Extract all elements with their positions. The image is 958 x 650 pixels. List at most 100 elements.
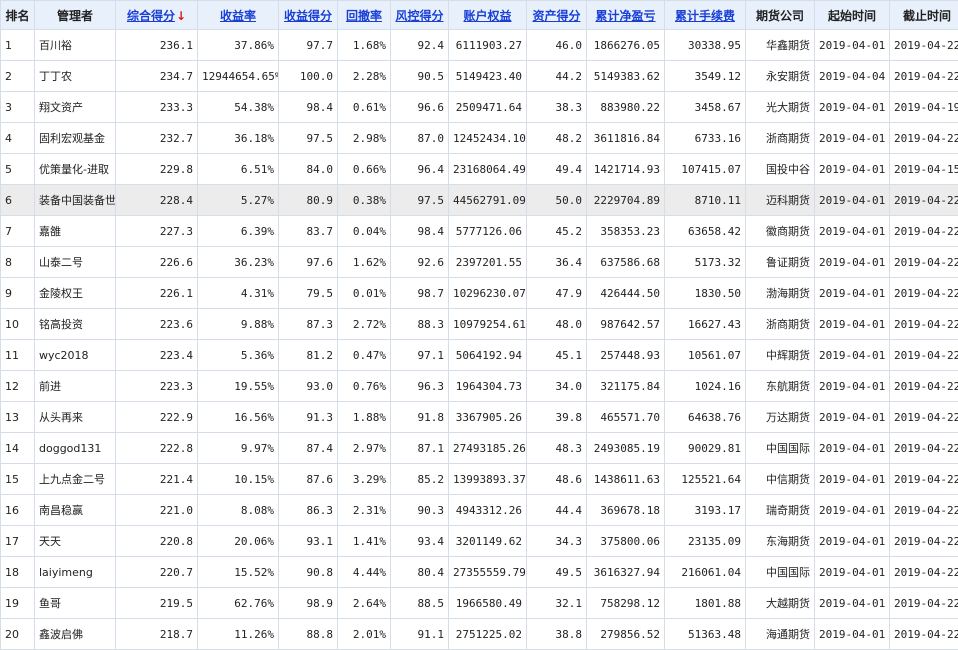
risk-score-cell: 92.6 xyxy=(390,246,449,278)
asset-score-cell: 36.4 xyxy=(526,246,587,278)
table-row[interactable]: 10 铭高投资 223.6 9.88% 87.3 2.72% 88.3 10979254.61… xyxy=(0,308,958,340)
net-profit-cell: 426444.50 xyxy=(586,277,665,309)
rank-cell: 9 xyxy=(0,277,35,309)
drawdown-cell: 2.97% xyxy=(337,432,391,464)
sort-asset-score[interactable]: 资产得分 xyxy=(526,0,587,30)
table-row[interactable]: 7 嘉雒 227.3 6.39% 83.7 0.04% 98.4 5777126.06 45.2… xyxy=(0,215,958,247)
asset-score-cell: 44.2 xyxy=(526,60,587,92)
table-row[interactable]: 14 doggod131 222.8 9.97% 87.4 2.97% 87.1 274931… xyxy=(0,432,958,464)
table-row[interactable]: 5 优策量化-进取 229.8 6.51% 84.0 0.66% 96.4 23168064.… xyxy=(0,153,958,185)
sort-equity[interactable]: 账户权益 xyxy=(448,0,527,30)
sort-fees[interactable]: 累计手续费 xyxy=(664,0,746,30)
total-score-cell: 223.4 xyxy=(115,339,198,371)
net-profit-cell: 358353.23 xyxy=(586,215,665,247)
return-rate-cell: 19.55% xyxy=(197,370,279,402)
total-score-cell: 232.7 xyxy=(115,122,198,154)
manager-cell: 从头再来 xyxy=(34,401,116,433)
table-row[interactable]: 1 百川裕 236.1 37.86% 97.7 1.68% 92.4 6111903.27 46… xyxy=(0,29,958,61)
table-row[interactable]: 8 山泰二号 226.6 36.23% 97.6 1.62% 92.6 2397201.55 3… xyxy=(0,246,958,278)
return-rate-cell: 16.56% xyxy=(197,401,279,433)
return-score-cell: 88.8 xyxy=(278,618,338,650)
broker-cell: 国投中谷 xyxy=(745,153,815,185)
rank-cell: 20 xyxy=(0,618,35,650)
sort-drawdown[interactable]: 回撤率 xyxy=(337,0,391,30)
manager-cell: 固利宏观基金 xyxy=(34,122,116,154)
equity-cell: 44562791.09 xyxy=(448,184,527,216)
table-row[interactable]: 12 前进 223.3 19.55% 93.0 0.76% 96.3 1964304.73 34… xyxy=(0,370,958,402)
risk-score-cell: 97.5 xyxy=(390,184,449,216)
return-score-cell: 93.1 xyxy=(278,525,338,557)
start-date-cell: 2019-04-01 xyxy=(814,463,890,495)
table-row[interactable]: 3 翔文资产 233.3 54.38% 98.4 0.61% 96.6 2509471.64 3… xyxy=(0,91,958,123)
broker-cell: 光大期货 xyxy=(745,91,815,123)
total-score-cell: 222.9 xyxy=(115,401,198,433)
fees-cell: 6733.16 xyxy=(664,122,746,154)
total-score-cell: 219.5 xyxy=(115,587,198,619)
rank-cell: 11 xyxy=(0,339,35,371)
manager-cell: doggod131 xyxy=(34,432,116,464)
return-score-cell: 86.3 xyxy=(278,494,338,526)
fees-cell: 51363.48 xyxy=(664,618,746,650)
drawdown-cell: 3.29% xyxy=(337,463,391,495)
asset-score-cell: 44.4 xyxy=(526,494,587,526)
table-row[interactable]: 2 丁丁农 234.7 12944654.65% 100.0 2.28% 90.5 51494… xyxy=(0,60,958,92)
total-score-cell: 227.3 xyxy=(115,215,198,247)
equity-cell: 10296230.07 xyxy=(448,277,527,309)
return-rate-cell: 9.97% xyxy=(197,432,279,464)
sort-return-rate[interactable]: 收益率 xyxy=(197,0,279,30)
return-rate-cell: 15.52% xyxy=(197,556,279,588)
end-date-cell: 2019-04-22 xyxy=(889,246,958,278)
equity-cell: 2397201.55 xyxy=(448,246,527,278)
risk-score-cell: 80.4 xyxy=(390,556,449,588)
table-row[interactable]: 15 上九点金二号 221.4 10.15% 87.6 3.29% 85.2 13993893… xyxy=(0,463,958,495)
return-score-cell: 84.0 xyxy=(278,153,338,185)
table-row[interactable]: 4 固利宏观基金 232.7 36.18% 97.5 2.98% 87.0 12452434.… xyxy=(0,122,958,154)
sort-return-score[interactable]: 收益得分 xyxy=(278,0,338,30)
table-row[interactable]: 16 南昌稳赢 221.0 8.08% 86.3 2.31% 90.3 4943312.26 4… xyxy=(0,494,958,526)
fees-cell: 30338.95 xyxy=(664,29,746,61)
broker-cell: 华鑫期货 xyxy=(745,29,815,61)
drawdown-cell: 0.04% xyxy=(337,215,391,247)
table-row[interactable]: 20 鑫波启佛 218.7 11.26% 88.8 2.01% 91.1 2751225.02… xyxy=(0,618,958,650)
table-header: 排名 管理者 综合得分↓ 收益率 收益得分 回撤率 风控得分 账户权益 资产得分… xyxy=(0,0,958,30)
table-row[interactable]: 13 从头再来 222.9 16.56% 91.3 1.88% 91.8 3367905.26… xyxy=(0,401,958,433)
return-rate-cell: 54.38% xyxy=(197,91,279,123)
return-score-cell: 87.4 xyxy=(278,432,338,464)
table-row[interactable]: 9 金陵权王 226.1 4.31% 79.5 0.01% 98.7 10296230.07 4… xyxy=(0,277,958,309)
net-profit-cell: 3616327.94 xyxy=(586,556,665,588)
start-date-cell: 2019-04-01 xyxy=(814,246,890,278)
table-row[interactable]: 19 鱼哥 219.5 62.76% 98.9 2.64% 88.5 1966580.49 32… xyxy=(0,587,958,619)
return-rate-cell: 20.06% xyxy=(197,525,279,557)
sort-risk-score[interactable]: 风控得分 xyxy=(390,0,449,30)
end-date-cell: 2019-04-22 xyxy=(889,525,958,557)
return-score-cell: 97.6 xyxy=(278,246,338,278)
rank-cell: 16 xyxy=(0,494,35,526)
drawdown-cell: 0.61% xyxy=(337,91,391,123)
rank-cell: 3 xyxy=(0,91,35,123)
start-date-cell: 2019-04-01 xyxy=(814,29,890,61)
drawdown-cell: 0.66% xyxy=(337,153,391,185)
return-score-cell: 97.5 xyxy=(278,122,338,154)
risk-score-cell: 98.7 xyxy=(390,277,449,309)
net-profit-cell: 375800.06 xyxy=(586,525,665,557)
table-row[interactable]: 11 wyc2018 223.4 5.36% 81.2 0.47% 97.1 5064192.… xyxy=(0,339,958,371)
table-row[interactable]: 6 装备中国装备世 228.4 5.27% 80.9 0.38% 97.5 44562791.… xyxy=(0,184,958,216)
sort-total-score[interactable]: 综合得分↓ xyxy=(115,0,198,30)
table-row[interactable]: 18 laiyimeng 220.7 15.52% 90.8 4.44% 80.4 27355… xyxy=(0,556,958,588)
fees-cell: 10561.07 xyxy=(664,339,746,371)
table-row[interactable]: 17 天天 220.8 20.06% 93.1 1.41% 93.4 3201149.62 34… xyxy=(0,525,958,557)
start-date-cell: 2019-04-01 xyxy=(814,339,890,371)
net-profit-cell: 2493085.19 xyxy=(586,432,665,464)
fees-cell: 216061.04 xyxy=(664,556,746,588)
manager-cell: 丁丁农 xyxy=(34,60,116,92)
equity-cell: 3367905.26 xyxy=(448,401,527,433)
manager-cell: 上九点金二号 xyxy=(34,463,116,495)
sort-net-profit[interactable]: 累计净盈亏 xyxy=(586,0,665,30)
risk-score-cell: 88.5 xyxy=(390,587,449,619)
asset-score-cell: 38.3 xyxy=(526,91,587,123)
start-date-cell: 2019-04-01 xyxy=(814,401,890,433)
return-rate-cell: 36.23% xyxy=(197,246,279,278)
asset-score-cell: 50.0 xyxy=(526,184,587,216)
broker-cell: 中国国际 xyxy=(745,556,815,588)
asset-score-cell: 48.6 xyxy=(526,463,587,495)
